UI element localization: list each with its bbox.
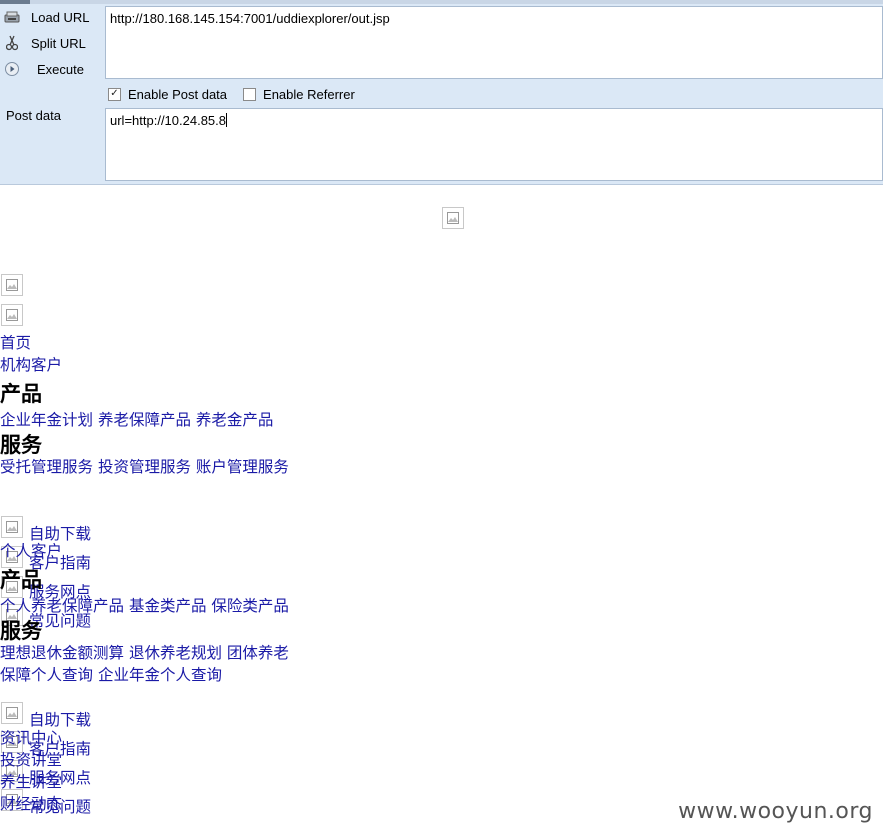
self-download-link[interactable]: 自助下载 — [29, 711, 91, 729]
play-icon — [3, 60, 21, 78]
broken-image-icon — [1, 702, 23, 724]
service-link[interactable]: 团体养老 — [227, 644, 289, 662]
self-download-link[interactable]: 自助下载 — [29, 525, 91, 543]
split-url-button[interactable]: Split URL — [3, 32, 91, 54]
products-heading: 产品 — [0, 382, 42, 406]
personal-services-row-1: 理想退休金额测算 退休养老规划 团体养老 — [0, 644, 289, 662]
watermark-text: www.wooyun.org — [678, 799, 873, 824]
nav-institution-link[interactable]: 机构客户 — [0, 356, 62, 374]
enable-post-checkbox[interactable]: ✓ — [108, 87, 121, 101]
load-url-label: Load URL — [31, 9, 90, 25]
product-link[interactable]: 个人养老保障产品 — [0, 597, 124, 615]
load-url-button[interactable]: Load URL — [3, 6, 91, 28]
post-data-value: url=http://10.24.85.8 — [110, 113, 227, 128]
service-link[interactable]: 理想退休金额测算 — [0, 644, 124, 662]
institution-products-row: 企业年金计划 养老保障产品 养老金产品 — [0, 411, 273, 429]
toolbar-edge-dark — [0, 0, 30, 4]
service-link[interactable]: 保障个人查询 — [0, 666, 93, 684]
personal-services-row-2: 保障个人查询 企业年金个人查询 — [0, 666, 222, 684]
investment-lecture-link[interactable]: 投资讲堂 — [0, 751, 62, 769]
post-data-textarea[interactable]: url=http://10.24.85.8 — [105, 108, 883, 181]
hackbar-panel: Load URL Split URL Execute http://180.16… — [0, 0, 883, 185]
product-link[interactable]: 养老保障产品 — [98, 411, 191, 429]
product-link[interactable]: 基金类产品 — [129, 597, 207, 615]
execute-label: Execute — [37, 61, 84, 77]
nav-personal-link[interactable]: 个人客户 — [0, 542, 62, 560]
service-link[interactable]: 受托管理服务 — [0, 458, 93, 476]
services-heading: 服务 — [0, 433, 42, 457]
scissors-icon — [3, 34, 21, 52]
service-link[interactable]: 账户管理服务 — [196, 458, 289, 476]
nav-home-link[interactable]: 首页 — [0, 334, 31, 352]
finance-news-link[interactable]: 财经动态 — [0, 795, 62, 813]
product-link[interactable]: 养老金产品 — [196, 411, 274, 429]
broken-image-icon — [1, 304, 23, 326]
split-url-label: Split URL — [31, 35, 86, 51]
personal-products-row: 个人养老保障产品 基金类产品 保险类产品 — [0, 597, 289, 615]
service-link[interactable]: 企业年金个人查询 — [98, 666, 222, 684]
institution-services-row: 受托管理服务 投资管理服务 账户管理服务 — [0, 458, 289, 476]
health-lecture-link[interactable]: 养生讲堂 — [0, 773, 62, 791]
url-textarea[interactable]: http://180.168.145.154:7001/uddiexplorer… — [105, 6, 883, 79]
enable-post-label: Enable Post data — [128, 86, 228, 102]
broken-image-icon — [442, 207, 464, 229]
load-url-icon — [3, 8, 21, 26]
execute-button[interactable]: Execute — [3, 58, 97, 80]
products-heading: 产品 — [0, 568, 42, 592]
service-link[interactable]: 投资管理服务 — [98, 458, 191, 476]
product-link[interactable]: 企业年金计划 — [0, 411, 93, 429]
toolbar-edge — [0, 0, 883, 4]
post-options-row: ✓ Enable Post data Enable Referrer — [108, 84, 355, 104]
service-link[interactable]: 退休养老规划 — [129, 644, 222, 662]
broken-image-icon — [1, 274, 23, 296]
product-link[interactable]: 保险类产品 — [211, 597, 289, 615]
enable-referrer-label: Enable Referrer — [263, 86, 355, 102]
enable-referrer-checkbox[interactable] — [243, 87, 257, 101]
services-heading: 服务 — [0, 619, 42, 643]
broken-image-icon — [1, 516, 23, 538]
text-cursor — [226, 113, 228, 127]
post-data-label: Post data — [6, 108, 61, 123]
news-center-link[interactable]: 资讯中心 — [0, 729, 62, 747]
